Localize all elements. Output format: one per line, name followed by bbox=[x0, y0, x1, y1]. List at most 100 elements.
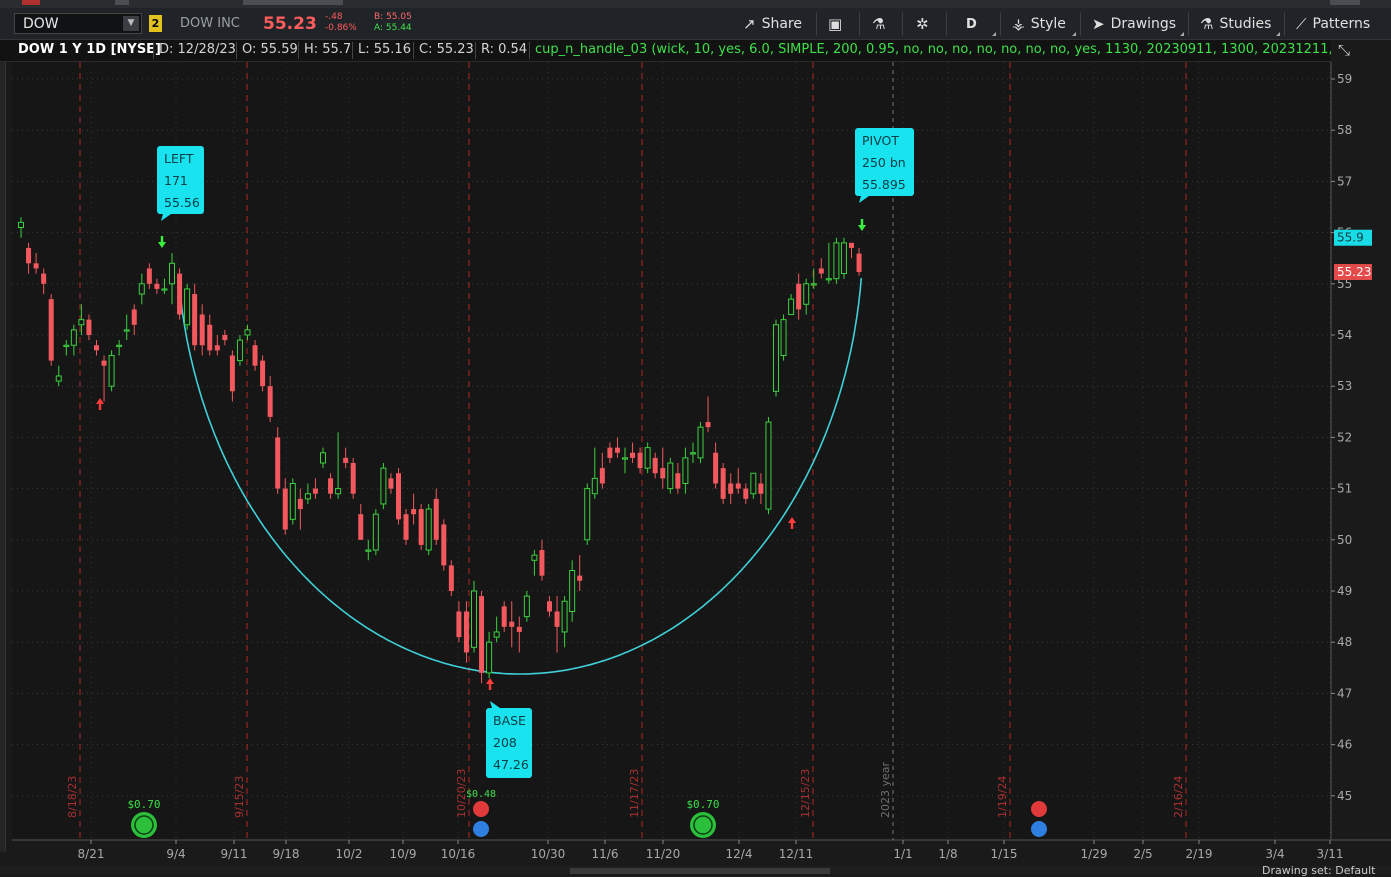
candle-body-down[interactable] bbox=[41, 273, 47, 284]
candle-body-up[interactable] bbox=[304, 493, 311, 500]
candle-body-down[interactable] bbox=[539, 550, 545, 576]
candle-body-down[interactable] bbox=[599, 468, 605, 484]
candle-body-down[interactable] bbox=[199, 314, 205, 346]
candle-body-up[interactable] bbox=[840, 242, 847, 275]
candle-body-down[interactable] bbox=[652, 457, 658, 474]
candle-body-up[interactable] bbox=[493, 631, 500, 638]
candle-body-down[interactable] bbox=[267, 386, 273, 417]
candle-body-up[interactable] bbox=[471, 590, 477, 648]
candle-body-down[interactable] bbox=[630, 452, 636, 458]
candle-body-up[interactable] bbox=[236, 339, 243, 362]
time-axis[interactable]: 8/21 9/4 9/11 9/18 10/2 10/9 10/16 10/30 11/6 11/… bbox=[78, 840, 1344, 861]
candle-body-down[interactable] bbox=[577, 575, 583, 581]
candle-body-down[interactable] bbox=[358, 514, 364, 540]
candle-body-up[interactable] bbox=[138, 283, 145, 295]
candle-body-up[interactable] bbox=[780, 319, 787, 356]
candle-body-up[interactable] bbox=[569, 570, 576, 612]
candle-body-down[interactable] bbox=[614, 447, 620, 453]
candle-body-down[interactable] bbox=[728, 483, 734, 494]
candle-body-down[interactable] bbox=[350, 463, 356, 494]
candle-body-down[interactable] bbox=[177, 273, 183, 315]
candle-body-down[interactable] bbox=[192, 294, 198, 346]
candle-body-up[interactable] bbox=[425, 508, 432, 551]
candle-body-down[interactable] bbox=[441, 524, 447, 566]
candle-body-up[interactable] bbox=[825, 278, 832, 281]
candle-body-up[interactable] bbox=[169, 262, 175, 285]
candle-body-down[interactable] bbox=[33, 263, 39, 269]
candle-body-up[interactable] bbox=[750, 472, 757, 495]
candle-body-down[interactable] bbox=[260, 360, 266, 387]
candle-body-up[interactable] bbox=[486, 641, 493, 674]
candle-body-up[interactable] bbox=[320, 452, 326, 464]
candle-body-down[interactable] bbox=[554, 611, 560, 627]
candle-body-up[interactable] bbox=[689, 452, 696, 455]
candle-body-up[interactable] bbox=[667, 462, 674, 490]
candle-body-up[interactable] bbox=[18, 221, 24, 228]
candle-body-up[interactable] bbox=[833, 242, 840, 280]
candle-body-up[interactable] bbox=[289, 482, 296, 520]
price-axis[interactable]: 45464748495051525354555657585955.955.23 bbox=[1331, 72, 1372, 803]
candle-body-down[interactable] bbox=[607, 447, 613, 458]
candle-body-down[interactable] bbox=[433, 498, 439, 540]
candle-body-down[interactable] bbox=[275, 437, 281, 489]
candle-body-down[interactable] bbox=[101, 360, 107, 366]
candle-body-up[interactable] bbox=[63, 344, 70, 347]
candle-body-up[interactable] bbox=[161, 288, 168, 291]
candle-body-up[interactable] bbox=[591, 477, 598, 495]
candle-body-up[interactable] bbox=[531, 554, 538, 561]
candle-body-down[interactable] bbox=[501, 606, 507, 627]
candle-body-up[interactable] bbox=[184, 288, 191, 326]
candle-body-down[interactable] bbox=[516, 626, 522, 632]
candle-body-up[interactable] bbox=[55, 375, 62, 382]
candle-body-up[interactable] bbox=[773, 324, 779, 392]
candle-body-down[interactable] bbox=[456, 611, 462, 638]
candle-body-up[interactable] bbox=[697, 426, 704, 459]
candle-body-down[interactable] bbox=[509, 621, 515, 627]
candle-body-up[interactable] bbox=[765, 421, 772, 510]
candle-body-up[interactable] bbox=[803, 283, 810, 305]
candle-body-up[interactable] bbox=[682, 457, 689, 484]
candle-body-down[interactable] bbox=[660, 468, 666, 479]
candle-body-down[interactable] bbox=[735, 483, 741, 489]
candle-body-up[interactable] bbox=[523, 595, 530, 618]
candle-body-down[interactable] bbox=[705, 422, 711, 428]
candle-body-down[interactable] bbox=[720, 468, 726, 499]
candle-body-down[interactable] bbox=[252, 345, 258, 366]
candle-body-up[interactable] bbox=[380, 467, 387, 505]
candle-body-down[interactable] bbox=[849, 242, 854, 248]
candle-body-down[interactable] bbox=[547, 601, 552, 612]
candle-body-down[interactable] bbox=[396, 473, 401, 520]
candle-body-down[interactable] bbox=[418, 509, 424, 545]
candle-body-down[interactable] bbox=[343, 457, 349, 463]
candle-body-down[interactable] bbox=[448, 565, 454, 591]
candle-body-up[interactable] bbox=[810, 283, 817, 286]
candle-body-up[interactable] bbox=[70, 329, 77, 346]
candle-body-up[interactable] bbox=[365, 549, 372, 552]
candle-body-down[interactable] bbox=[463, 611, 469, 653]
candle-body-up[interactable] bbox=[244, 329, 251, 336]
earnings-icon[interactable] bbox=[1031, 801, 1047, 817]
candle-body-down[interactable] bbox=[388, 478, 394, 489]
candle-body-down[interactable] bbox=[411, 509, 417, 515]
candle-body-down[interactable] bbox=[146, 268, 152, 284]
candle-body-down[interactable] bbox=[637, 452, 643, 469]
candle-body-down[interactable] bbox=[818, 268, 824, 274]
candle-body-up[interactable] bbox=[561, 600, 568, 633]
candle-body-down[interactable] bbox=[214, 345, 220, 351]
horizontal-scrollbar[interactable] bbox=[570, 868, 830, 874]
candle-body-down[interactable] bbox=[297, 498, 303, 510]
candle-body-up[interactable] bbox=[644, 447, 651, 469]
candle-body-up[interactable] bbox=[116, 344, 123, 347]
candle-body-down[interactable] bbox=[713, 452, 719, 484]
candle-body-down[interactable] bbox=[312, 488, 318, 494]
candle-body-down[interactable] bbox=[403, 514, 409, 540]
candle-body-down[interactable] bbox=[743, 488, 749, 499]
earnings-icon[interactable] bbox=[473, 801, 489, 817]
candle-body-down[interactable] bbox=[758, 483, 764, 494]
candle-body-up[interactable] bbox=[78, 319, 85, 326]
candle-body-down[interactable] bbox=[222, 335, 228, 341]
candle-body-up[interactable] bbox=[788, 298, 795, 316]
candle-body-down[interactable] bbox=[26, 247, 32, 264]
candle-body-up[interactable] bbox=[584, 488, 591, 541]
candle-body-down[interactable] bbox=[282, 488, 288, 530]
